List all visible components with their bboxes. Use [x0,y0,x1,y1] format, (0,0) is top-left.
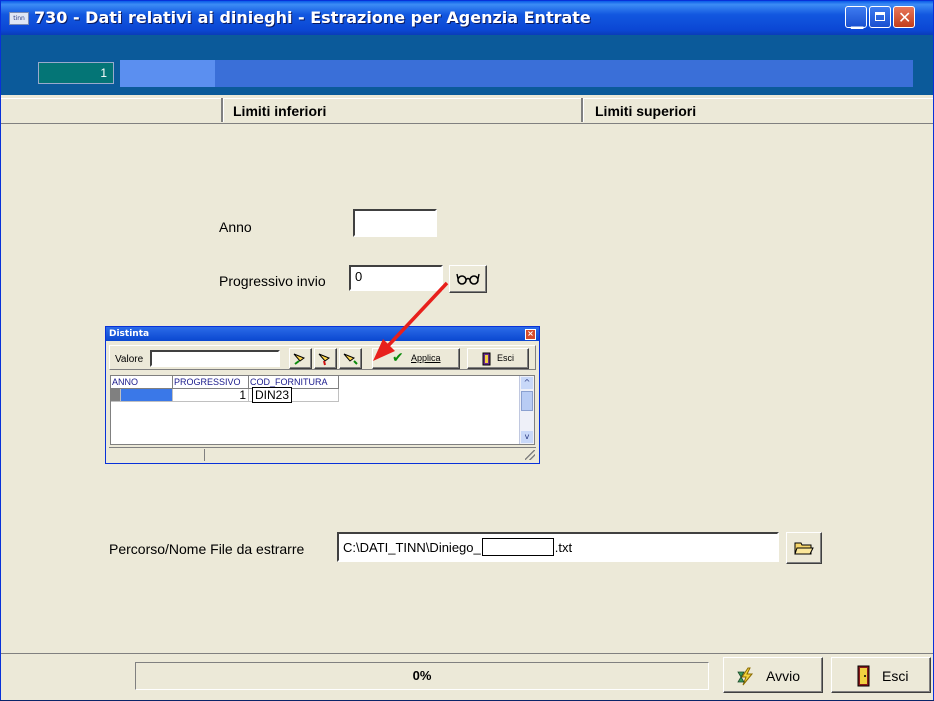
upper-limits-header: Limiti superiori [595,103,697,119]
door-exit-icon [857,665,870,687]
row-selector[interactable] [111,389,121,402]
title-bar: tinn 730 - Dati relativi ai dinieghi - E… [1,1,933,35]
path-placeholder-box [481,538,554,556]
lookup-button[interactable] [449,265,487,293]
progressivo-invio-input[interactable]: 0 [349,265,443,291]
esci-label: Esci [882,668,909,684]
grid-cell-progressivo[interactable]: 1 [173,389,249,402]
grid-cell-cod-fornitura-value: DIN23 [252,387,293,403]
scroll-up-icon[interactable]: ^ [521,377,533,389]
top-progress-fill [120,60,216,87]
scroll-down-icon[interactable]: v [521,431,533,443]
grid-scrollbar[interactable]: ^ v [519,376,534,444]
minimize-button[interactable]: ▁ [845,6,867,29]
maximize-icon [875,12,885,21]
top-progress-bar [120,60,913,87]
funnel-icon [293,353,306,365]
column-separator [221,98,224,122]
applica-label: Applica [411,353,441,363]
lightning-hourglass-icon [737,667,754,686]
close-icon: ✕ [898,8,912,27]
filter-first-button[interactable] [289,348,312,369]
path-prefix: C:\DATI_TINN\Diniego_ [343,540,481,555]
maximize-button[interactable] [869,6,891,28]
grid-cell-cod-fornitura[interactable]: DIN23 [249,387,339,403]
funnel-icon [343,353,358,365]
glasses-icon [456,273,480,285]
popup-title: Distinta [106,327,539,341]
grid-header-progressivo[interactable]: PROGRESSIVO [173,376,249,389]
door-exit-icon [482,352,491,366]
grid-cell-anno[interactable] [121,389,173,402]
filter-red-button[interactable] [314,348,337,369]
valore-label: Valore [115,354,144,365]
record-indicator: 1 [38,62,114,84]
progressivo-invio-label: Progressivo invio [219,273,326,289]
folder-open-icon [794,542,814,555]
applica-button[interactable]: ✔ Applica [372,348,460,369]
popup-close-button[interactable]: × [525,329,536,340]
column-separator [581,98,584,122]
distinta-popup: Distinta × Valore ✔ Applica Esci ANNO PR… [105,326,540,464]
funnel-icon [318,353,331,366]
close-icon: × [527,329,534,338]
percorso-input[interactable]: C:\DATI_TINN\Diniego_ .txt [337,532,779,562]
checkmark-icon: ✔ [392,350,404,366]
lower-limits-header: Limiti inferiori [233,103,327,119]
main-window: tinn 730 - Dati relativi ai dinieghi - E… [0,0,934,700]
avvio-label: Avvio [766,668,800,684]
scroll-thumb[interactable] [521,391,533,411]
anno-input[interactable] [353,209,437,237]
browse-folder-button[interactable] [786,532,822,564]
filter-next-button[interactable] [339,348,362,369]
app-icon: tinn [9,12,29,25]
popup-esci-label: Esci [497,353,515,363]
distinta-grid: ANNO PROGRESSIVO COD_FORNITURA 1 DIN23 ^… [110,375,535,445]
esci-button[interactable]: Esci [831,657,931,693]
avvio-button[interactable]: Avvio [723,657,823,693]
popup-esci-button[interactable]: Esci [467,348,529,369]
column-header-bar [1,98,933,124]
close-button[interactable]: ✕ [893,6,915,28]
popup-statusbar [109,447,536,462]
path-suffix: .txt [554,540,573,555]
minimize-icon: ▁ [851,10,864,29]
percorso-label: Percorso/Nome File da estrarre [109,541,305,557]
resize-grip-icon[interactable] [525,450,535,460]
progress-percent: 0% [135,662,709,690]
grid-header-anno[interactable]: ANNO [111,376,173,389]
valore-input[interactable] [150,350,280,367]
anno-label: Anno [219,219,252,235]
window-title: 730 - Dati relativi ai dinieghi - Estraz… [34,8,591,27]
